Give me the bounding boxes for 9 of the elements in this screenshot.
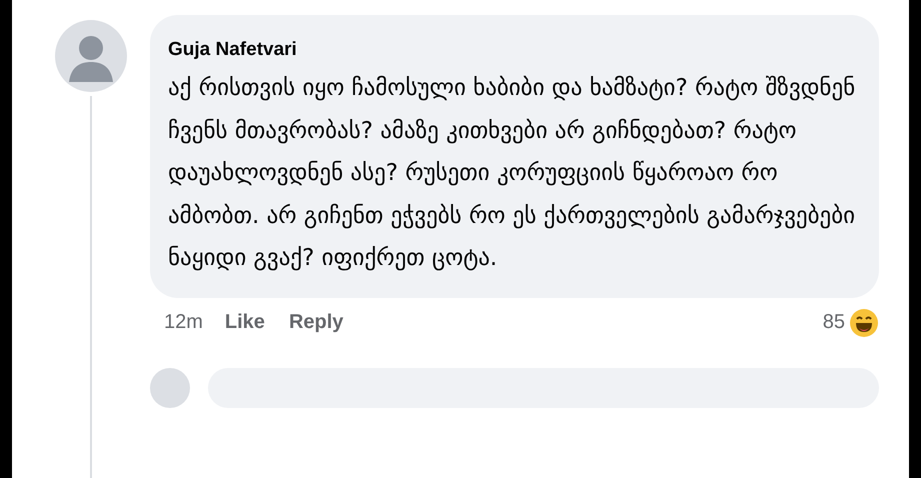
reaction-count[interactable]: 85 (822, 311, 845, 334)
comment-action-link[interactable]: Like (224, 311, 265, 334)
avatar-icon (55, 20, 127, 92)
reply-avatar (150, 368, 190, 408)
laughing-emoji-icon (849, 308, 879, 338)
comment-action-link[interactable]: Reply (288, 311, 344, 334)
comment-time[interactable]: 12m (164, 311, 203, 334)
author-name[interactable]: Guja Nafetvari (168, 37, 859, 63)
comment-text: აქ რისთვის იყო ჩამოსული ხაბიბი და ხამზატი? რატო შზვდნენ ჩვენს მთავრობას? ამაზე კითხვები არ გიჩნდებათ? რატო დაუახლოვდნენ ასე? რუსეთი კორუფციის წყაროაო რო ამბობთ. არ გიჩენთ ეჭვებს რო ეს ქართველების გამარჯვებები ნაყიდი გვაქ? იფიქრეთ ცოტა. (168, 74, 856, 273)
